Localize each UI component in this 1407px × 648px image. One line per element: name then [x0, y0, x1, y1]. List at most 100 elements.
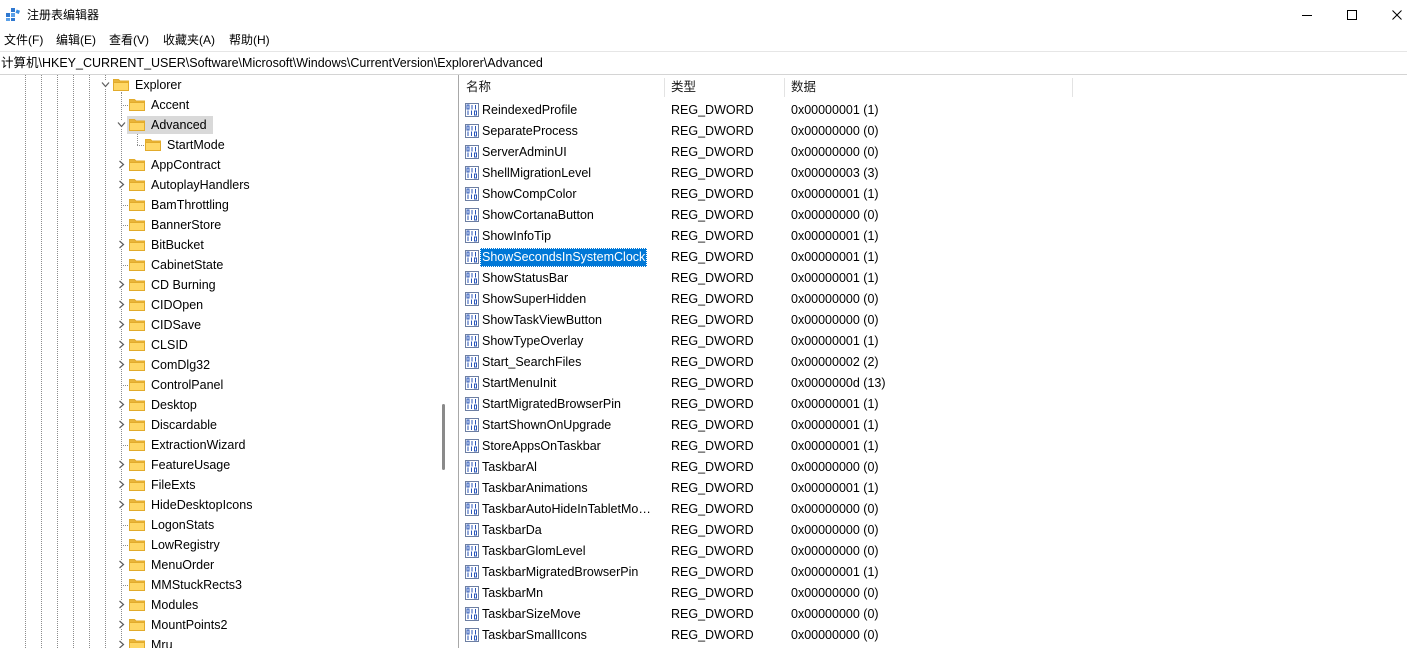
- value-row[interactable]: TaskbarMigratedBrowserPin REG_DWORD 0x0000…: [459, 562, 1407, 583]
- tree-item-cd-burning[interactable]: CD Burning: [0, 275, 440, 295]
- value-row[interactable]: TaskbarAnimations REG_DWORD 0x00000001 (1): [459, 478, 1407, 499]
- tree-node[interactable]: Advanced: [127, 116, 213, 134]
- tree-node[interactable]: Accent: [127, 96, 195, 114]
- tree-node[interactable]: Explorer: [111, 76, 188, 94]
- tree-node[interactable]: CIDOpen: [127, 296, 209, 314]
- tree-node[interactable]: CD Burning: [127, 276, 222, 294]
- chevron-right-icon[interactable]: [117, 280, 126, 289]
- value-row[interactable]: ShowTaskViewButton REG_DWORD 0x00000000 (0…: [459, 310, 1407, 331]
- tree-node[interactable]: LowRegistry: [127, 536, 226, 554]
- chevron-right-icon[interactable]: [117, 180, 126, 189]
- maximize-button[interactable]: [1329, 0, 1374, 30]
- value-row[interactable]: TaskbarDa REG_DWORD 0x00000000 (0): [459, 520, 1407, 541]
- tree-node[interactable]: CabinetState: [127, 256, 229, 274]
- value-row[interactable]: StartMenuInit REG_DWORD 0x0000000d (13): [459, 373, 1407, 394]
- title-bar[interactable]: 注册表编辑器: [0, 0, 1407, 30]
- column-separator[interactable]: [1072, 78, 1073, 97]
- minimize-button[interactable]: [1284, 0, 1329, 30]
- chevron-right-icon[interactable]: [117, 320, 126, 329]
- tree-item-lowregistry[interactable]: LowRegistry: [0, 535, 440, 555]
- chevron-right-icon[interactable]: [117, 300, 126, 309]
- tree-node[interactable]: MenuOrder: [127, 556, 220, 574]
- value-row[interactable]: TaskbarSizeMove REG_DWORD 0x00000000 (0): [459, 604, 1407, 625]
- tree-item-autoplayhandlers[interactable]: AutoplayHandlers: [0, 175, 440, 195]
- tree-item-bannerstore[interactable]: BannerStore: [0, 215, 440, 235]
- chevron-right-icon[interactable]: [117, 360, 126, 369]
- chevron-right-icon[interactable]: [117, 240, 126, 249]
- value-row[interactable]: StartMigratedBrowserPin REG_DWORD 0x000000…: [459, 394, 1407, 415]
- tree-item-startmode[interactable]: StartMode: [0, 135, 440, 155]
- menu-file[interactable]: 文件(F): [2, 30, 45, 51]
- tree-item-explorer[interactable]: Explorer: [0, 75, 440, 95]
- tree-scrollbar-thumb[interactable]: [442, 404, 445, 470]
- column-header-name[interactable]: 名称: [459, 76, 664, 99]
- chevron-right-icon[interactable]: [117, 560, 126, 569]
- value-list[interactable]: 名称 类型 数据 ReindexedProfile REG_DWORD 0x0000…: [458, 75, 1407, 648]
- chevron-right-icon[interactable]: [117, 640, 126, 648]
- value-row[interactable]: StartShownOnUpgrade REG_DWORD 0x00000001 (…: [459, 415, 1407, 436]
- tree-node[interactable]: ControlPanel: [127, 376, 229, 394]
- tree-node[interactable]: FileExts: [127, 476, 201, 494]
- tree-item-mountpoints2[interactable]: MountPoints2: [0, 615, 440, 635]
- value-row[interactable]: ShowCortanaButton REG_DWORD 0x00000000 (0): [459, 205, 1407, 226]
- tree-item-featureusage[interactable]: FeatureUsage: [0, 455, 440, 475]
- column-separator[interactable]: [784, 78, 785, 97]
- tree-node[interactable]: BitBucket: [127, 236, 210, 254]
- tree-node[interactable]: AutoplayHandlers: [127, 176, 256, 194]
- menu-favorites[interactable]: 收藏夹(A): [161, 30, 217, 51]
- tree-item-controlpanel[interactable]: ControlPanel: [0, 375, 440, 395]
- tree-item-hidedesktopicons[interactable]: HideDesktopIcons: [0, 495, 440, 515]
- tree-item-cidsave[interactable]: CIDSave: [0, 315, 440, 335]
- tree-item-mmstuckrects3[interactable]: MMStuckRects3: [0, 575, 440, 595]
- tree-node[interactable]: AppContract: [127, 156, 226, 174]
- tree-node[interactable]: Desktop: [127, 396, 203, 414]
- tree-item-bitbucket[interactable]: BitBucket: [0, 235, 440, 255]
- value-row[interactable]: ShowStatusBar REG_DWORD 0x00000001 (1): [459, 268, 1407, 289]
- menu-view[interactable]: 查看(V): [107, 30, 151, 51]
- tree-item-modules[interactable]: Modules: [0, 595, 440, 615]
- tree-node[interactable]: HideDesktopIcons: [127, 496, 258, 514]
- value-row[interactable]: TaskbarSmallIcons REG_DWORD 0x00000000 (0): [459, 625, 1407, 646]
- chevron-right-icon[interactable]: [117, 460, 126, 469]
- tree-node[interactable]: CIDSave: [127, 316, 207, 334]
- value-row[interactable]: ShowSuperHidden REG_DWORD 0x00000000 (0): [459, 289, 1407, 310]
- tree-item-bamthrottling[interactable]: BamThrottling: [0, 195, 440, 215]
- value-row[interactable]: ServerAdminUI REG_DWORD 0x00000000 (0): [459, 142, 1407, 163]
- tree-item-desktop[interactable]: Desktop: [0, 395, 440, 415]
- tree-node[interactable]: LogonStats: [127, 516, 220, 534]
- chevron-right-icon[interactable]: [117, 620, 126, 629]
- value-row[interactable]: TaskbarAutoHideInTabletMo… REG_DWORD 0x000…: [459, 499, 1407, 520]
- value-row[interactable]: ShowSecondsInSystemClock REG_DWORD 0x00000…: [459, 247, 1407, 268]
- value-row[interactable]: TaskbarMn REG_DWORD 0x00000000 (0): [459, 583, 1407, 604]
- value-row[interactable]: ShowCompColor REG_DWORD 0x00000001 (1): [459, 184, 1407, 205]
- tree-item-mru[interactable]: Mru: [0, 635, 440, 648]
- value-row[interactable]: TaskbarAl REG_DWORD 0x00000000 (0): [459, 457, 1407, 478]
- tree-item-comdlg32[interactable]: ComDlg32: [0, 355, 440, 375]
- tree-node[interactable]: StartMode: [143, 136, 231, 154]
- tree-node[interactable]: ExtractionWizard: [127, 436, 251, 454]
- close-button[interactable]: [1374, 0, 1407, 30]
- address-path[interactable]: 计算机\HKEY_CURRENT_USER\Software\Microsoft…: [1, 52, 543, 74]
- tree-node[interactable]: ComDlg32: [127, 356, 216, 374]
- tree-item-fileexts[interactable]: FileExts: [0, 475, 440, 495]
- chevron-right-icon[interactable]: [117, 340, 126, 349]
- menu-help[interactable]: 帮助(H): [227, 30, 272, 51]
- tree-item-accent[interactable]: Accent: [0, 95, 440, 115]
- tree-item-extractionwizard[interactable]: ExtractionWizard: [0, 435, 440, 455]
- chevron-right-icon[interactable]: [117, 160, 126, 169]
- key-tree[interactable]: Explorer Accent Advanced StartMode AppContra…: [0, 75, 452, 648]
- chevron-down-icon[interactable]: [101, 80, 110, 89]
- chevron-down-icon[interactable]: [117, 120, 126, 129]
- chevron-right-icon[interactable]: [117, 400, 126, 409]
- column-header-type[interactable]: 类型: [665, 76, 784, 99]
- tree-item-discardable[interactable]: Discardable: [0, 415, 440, 435]
- value-row[interactable]: ShellMigrationLevel REG_DWORD 0x00000003 (…: [459, 163, 1407, 184]
- column-header-data[interactable]: 数据: [785, 76, 1072, 99]
- chevron-right-icon[interactable]: [117, 480, 126, 489]
- value-row[interactable]: ReindexedProfile REG_DWORD 0x00000001 (1): [459, 100, 1407, 121]
- tree-item-menuorder[interactable]: MenuOrder: [0, 555, 440, 575]
- tree-node[interactable]: Mru: [127, 636, 179, 648]
- tree-item-cabinetstate[interactable]: CabinetState: [0, 255, 440, 275]
- value-row[interactable]: TaskbarGlomLevel REG_DWORD 0x00000000 (0): [459, 541, 1407, 562]
- tree-node[interactable]: Modules: [127, 596, 204, 614]
